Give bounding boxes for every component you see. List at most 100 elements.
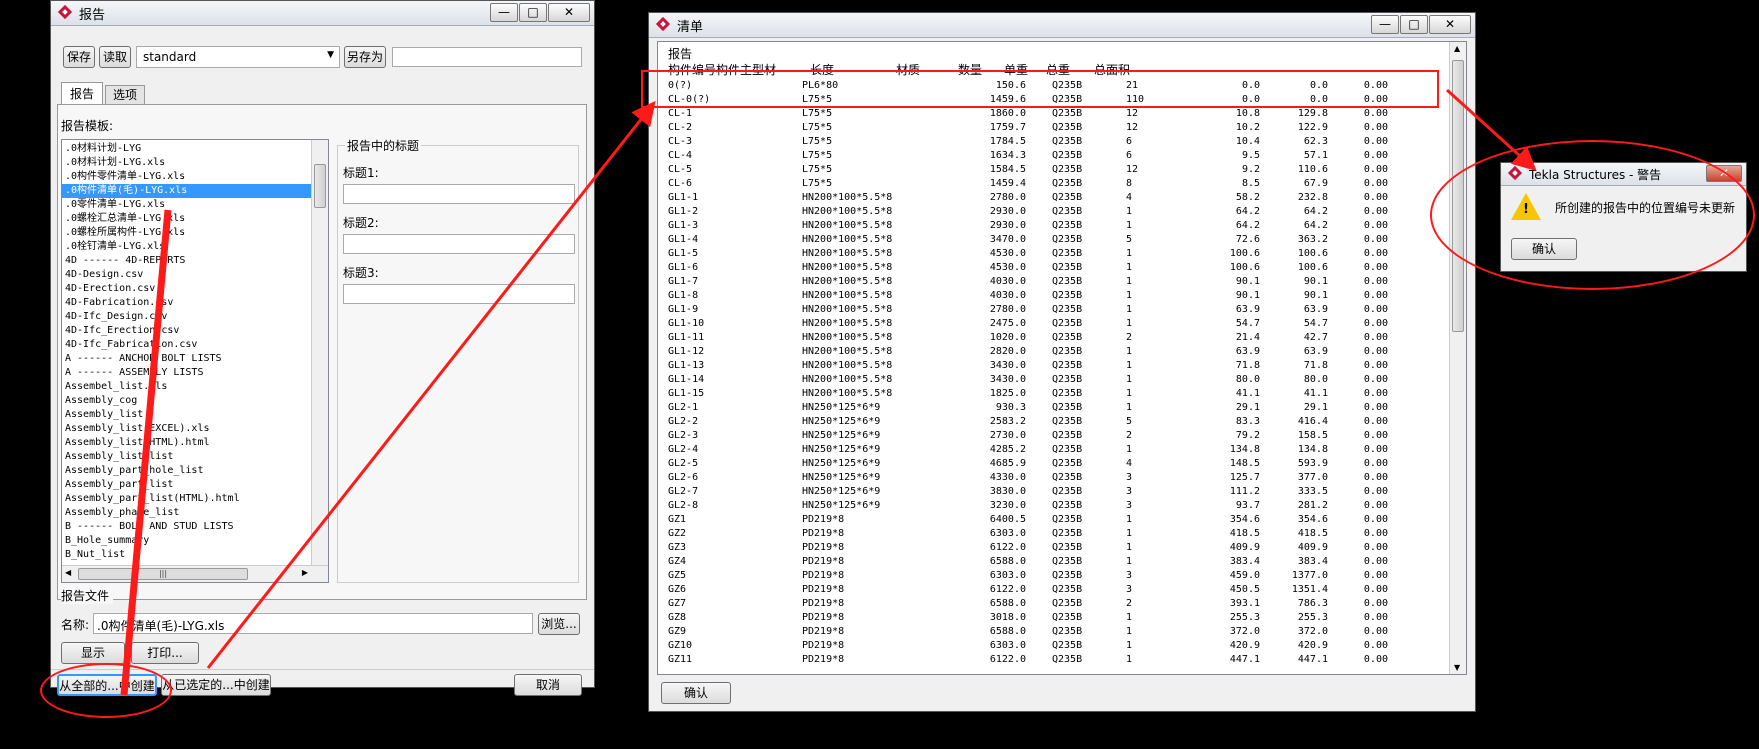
cell-total-area: 0.00 [1363, 542, 1388, 553]
template-list-item[interactable]: 4D-Erection.csv [62, 282, 311, 296]
tab-report[interactable]: 报告 [61, 82, 103, 105]
template-list-item[interactable]: 4D-Ifc_Erection.csv [62, 324, 311, 338]
close-button[interactable]: ✕ [548, 3, 590, 22]
template-list-hscroll-thumb[interactable]: ||| [78, 568, 248, 580]
template-list-item[interactable]: 4D-Fabrication.csv [62, 296, 311, 310]
list-window-titlebar[interactable]: 清单 — □ ✕ [649, 13, 1475, 38]
cell-quantity: 12 [1126, 164, 1139, 175]
print-button[interactable]: 打印... [131, 642, 199, 664]
heading3-input[interactable] [343, 284, 575, 304]
template-list-item[interactable]: A ------ ASSEMBLY LISTS [62, 366, 311, 380]
template-list-item[interactable]: A ------ ANCHOR BOLT LISTS [62, 352, 311, 366]
cell-profile: HN200*100*5.5*8 [802, 262, 893, 273]
show-button[interactable]: 显示 [61, 642, 125, 664]
cell-material: Q235B [1052, 374, 1083, 385]
report-vscroll[interactable]: ▲ ▼ [1449, 42, 1466, 674]
cell-part-no: CL-6 [668, 178, 693, 189]
cell-profile: HN250*125*6*9 [802, 472, 881, 483]
cell-unit-weight: 409.9 [1229, 542, 1260, 553]
template-list-item[interactable]: Assembly_part_list [62, 478, 311, 492]
template-list-item[interactable]: .0材料计划-LYG [62, 142, 311, 156]
minimize-button[interactable]: — [1371, 15, 1399, 34]
heading1-input[interactable] [343, 184, 575, 204]
template-list-vscroll[interactable] [311, 140, 328, 566]
cell-length: 1459.4 [989, 178, 1026, 189]
list-window: 清单 — □ ✕ 报告 构件编号 构件主型材 长度 材质 数量 单重 总重 总面… [648, 12, 1476, 712]
template-list-hscroll[interactable]: ◀ ||| ▶ [62, 565, 328, 582]
heading2-input[interactable] [343, 234, 575, 254]
cell-length: 6303.0 [989, 640, 1026, 651]
save-as-button[interactable]: 另存为 [344, 46, 386, 68]
load-button[interactable]: 读取 [99, 46, 131, 68]
template-list-item[interactable]: 4D ------ 4D-REPORTS [62, 254, 311, 268]
cell-length: 6122.0 [989, 654, 1026, 665]
chevron-left-icon[interactable]: ◀ [65, 568, 71, 577]
template-list-item[interactable]: Assembly_part_hole_list [62, 464, 311, 478]
chevron-down-icon[interactable]: ▼ [1454, 663, 1460, 672]
template-list-item[interactable]: Assembly_list [62, 408, 311, 422]
template-list-item[interactable]: .0零件清单-LYG.xls [62, 198, 311, 212]
template-list-item[interactable]: .0构件清单(毛)-LYG.xls [62, 184, 311, 198]
template-list-item[interactable]: Assembly_cog [62, 394, 311, 408]
template-list-item[interactable]: B_Hole_summary [62, 534, 311, 548]
template-list-item[interactable]: B ------ BOLT AND STUD LISTS [62, 520, 311, 534]
chevron-up-icon[interactable]: ▲ [1454, 44, 1460, 53]
table-row: GZ5 PD219*8 6303.0 Q235B 3 459.0 1377.0 0.00 [668, 569, 1448, 583]
template-list-item[interactable]: 4D-Ifc_Fabrication.csv [62, 338, 311, 352]
cell-quantity: 1 [1126, 542, 1133, 553]
template-list-item[interactable]: .0构件零件清单-LYG.xls [62, 170, 311, 184]
report-window-titlebar[interactable]: 报告 — □ ✕ [51, 1, 594, 26]
report-text-area[interactable]: 报告 构件编号 构件主型材 长度 材质 数量 单重 总重 总面积 0(?) PL6… [657, 41, 1467, 675]
maximize-button[interactable]: □ [1400, 15, 1428, 34]
cell-quantity: 6 [1126, 136, 1133, 147]
template-list-item[interactable]: .0螺栓所属构件-LYG.xls [62, 226, 311, 240]
cell-part-no: GL1-7 [668, 276, 699, 287]
template-list-item[interactable]: .0栓钉清单-LYG.xls [62, 240, 311, 254]
cell-total-weight: 409.9 [1297, 542, 1328, 553]
cell-profile: L75*5 [802, 122, 833, 133]
template-list-item[interactable]: .0螺栓汇总清单-LYG.xls [62, 212, 311, 226]
template-list[interactable]: .0材料计划-LYG .0材料计划-LYG.xls .0构件零件清单-LYG.xls… [61, 139, 329, 583]
table-row: GL1-13 HN200*100*5.5*8 3430.0 Q235B 1 71.8 71.… [668, 359, 1448, 373]
template-list-item[interactable]: 4D-Ifc_Design.csv [62, 310, 311, 324]
list-ok-button[interactable]: 确认 [661, 682, 731, 704]
cell-length: 1860.0 [989, 108, 1026, 119]
create-from-selected-button[interactable]: 从已选定的...中创建 [161, 674, 271, 696]
save-button[interactable]: 保存 [63, 46, 95, 68]
preset-select[interactable]: standard ▼ [136, 46, 340, 68]
template-list-item[interactable]: .0材料计划-LYG.xls [62, 156, 311, 170]
cell-material: Q235B [1052, 122, 1083, 133]
cancel-button[interactable]: 取消 [514, 674, 582, 696]
close-button[interactable]: ✕ [1429, 15, 1471, 34]
save-as-input[interactable] [392, 47, 582, 67]
template-list-vscroll-thumb[interactable] [314, 164, 326, 208]
cell-length: 2780.0 [989, 192, 1026, 203]
cell-total-area: 0.00 [1363, 262, 1388, 273]
table-row: GL1-2 HN200*100*5.5*8 2930.0 Q235B 1 64.2 64.2… [668, 205, 1448, 219]
cell-total-weight: 41.1 [1303, 388, 1328, 399]
file-name-input[interactable]: .0构件清单(毛)-LYG.xls [93, 613, 533, 634]
template-list-item[interactable]: Assembly_list_list [62, 450, 311, 464]
cell-quantity: 5 [1126, 416, 1133, 427]
cell-total-weight: 63.9 [1303, 304, 1328, 315]
cell-length: 2475.0 [989, 318, 1026, 329]
tab-options[interactable]: 选项 [105, 85, 145, 105]
cell-quantity: 4 [1126, 192, 1133, 203]
template-list-item[interactable]: Assembel_list.xls [62, 380, 311, 394]
cell-total-weight: 786.3 [1297, 598, 1328, 609]
minimize-button[interactable]: — [490, 3, 518, 22]
browse-button[interactable]: 浏览... [538, 613, 580, 635]
maximize-button[interactable]: □ [519, 3, 547, 22]
cell-profile: L75*5 [802, 150, 833, 161]
template-list-item[interactable]: Assembly_list(HTML).html [62, 436, 311, 450]
cell-profile: HN250*125*6*9 [802, 444, 881, 455]
file-name-value: .0构件清单(毛)-LYG.xls [97, 619, 225, 633]
template-list-item[interactable]: 4D-Design.csv [62, 268, 311, 282]
template-list-item[interactable]: B_Nut_list [62, 548, 311, 562]
template-list-item[interactable]: Assembly_part_list(HTML).html [62, 492, 311, 506]
chevron-right-icon[interactable]: ▶ [302, 568, 308, 577]
template-list-item[interactable]: Assembly_list(EXCEL).xls [62, 422, 311, 436]
cell-part-no: GL2-4 [668, 444, 699, 455]
template-list-item[interactable]: Assembly_phase_list [62, 506, 311, 520]
table-row: GZ4 PD219*8 6588.0 Q235B 1 383.4 383.4 0.00 [668, 555, 1448, 569]
